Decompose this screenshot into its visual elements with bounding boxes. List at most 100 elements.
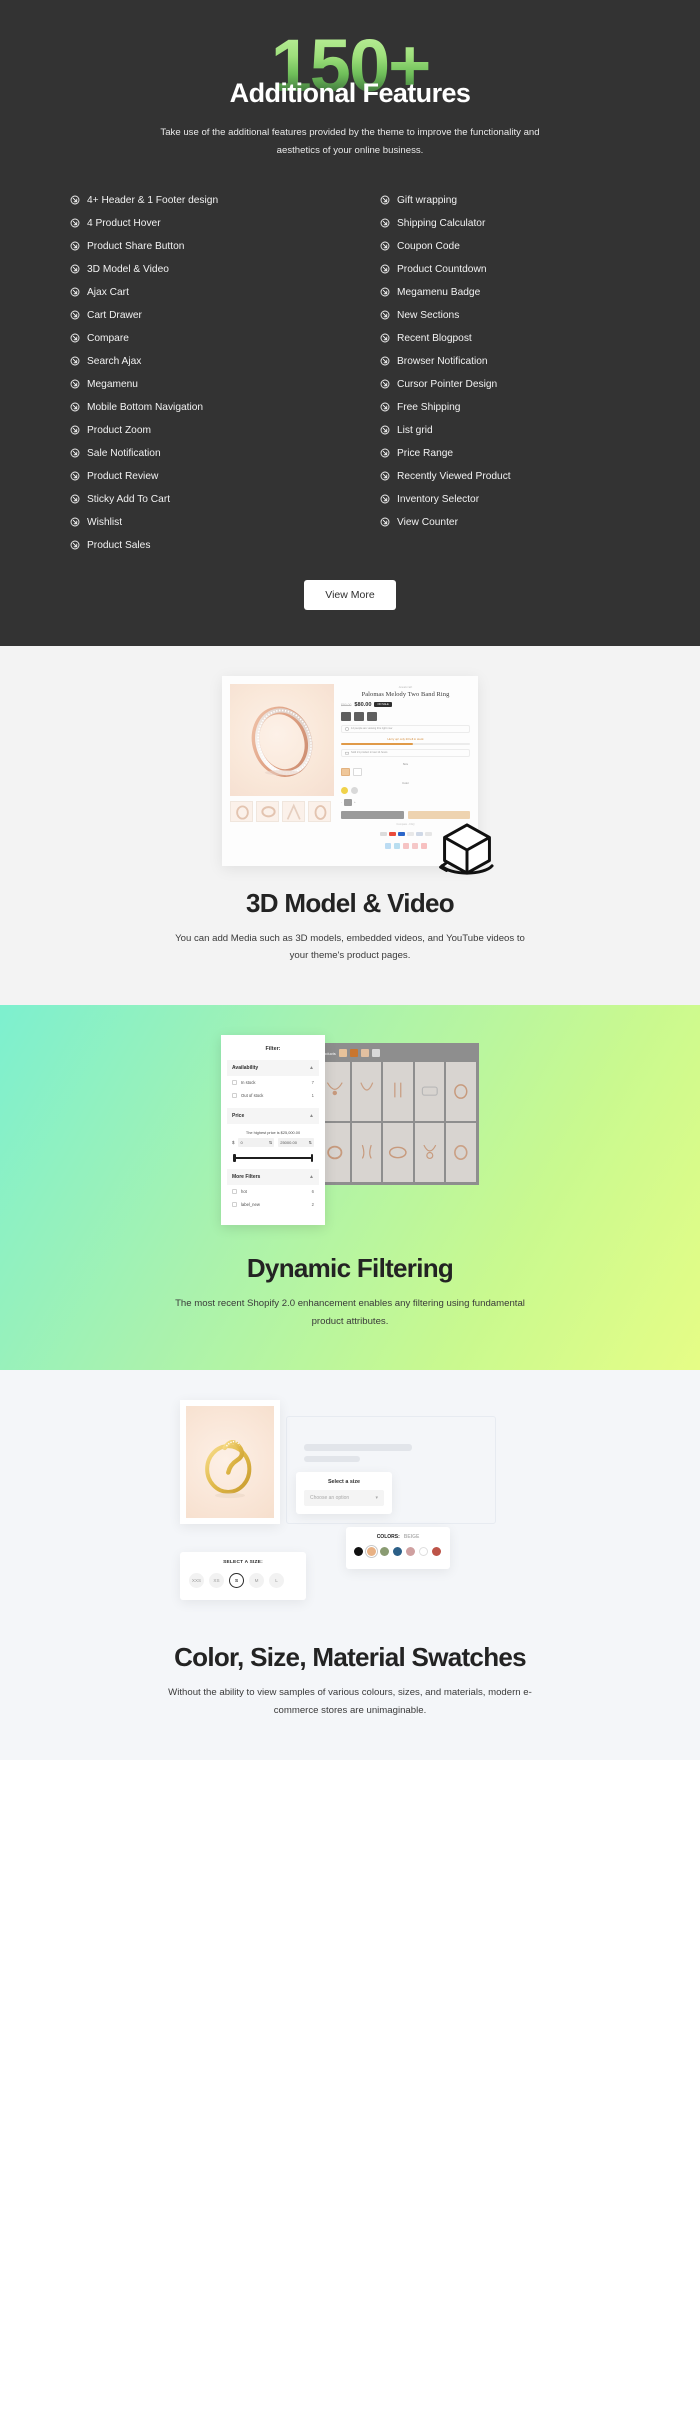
view-more-button[interactable]: View More (304, 579, 396, 610)
stepper-icon[interactable]: ⇅ (269, 1140, 272, 1145)
share-instagram-icon[interactable] (411, 842, 418, 849)
price-min-input[interactable]: 0 ⇅ (238, 1138, 275, 1148)
filter-chip[interactable] (360, 1049, 369, 1058)
feature-list-item: Inventory Selector (380, 488, 630, 511)
size-option[interactable]: M (249, 1573, 264, 1589)
circle-arrow-icon (70, 540, 80, 550)
checkbox[interactable] (232, 1189, 237, 1195)
filter-row[interactable]: label_new 2 (227, 1198, 319, 1211)
circle-arrow-icon (70, 356, 80, 366)
product-cell[interactable] (351, 1123, 382, 1183)
color-swatch-silver[interactable] (351, 786, 358, 794)
color-swatch-dot[interactable] (432, 1547, 441, 1557)
color-swatch-dot[interactable] (354, 1547, 363, 1557)
video-play-icon[interactable] (354, 711, 364, 721)
3d-model-title: 3D Model & Video (246, 887, 455, 918)
feature-list-item: Compare (70, 327, 360, 350)
circle-arrow-icon (70, 494, 80, 504)
size-swatch[interactable] (341, 767, 350, 776)
quantity-stepper[interactable]: - + (341, 798, 470, 806)
feature-list-item: Recently Viewed Product (380, 465, 630, 488)
product-cell[interactable] (414, 1062, 445, 1122)
color-swatch-dot[interactable] (393, 1547, 402, 1557)
size-label: Size (402, 761, 409, 766)
product-cell[interactable] (383, 1123, 413, 1183)
feature-list-item: 4+ Header & 1 Footer design (70, 189, 360, 212)
swatches-title: Color, Size, Material Swatches (174, 1642, 527, 1673)
filter-row-count: 2 (311, 1202, 314, 1208)
size-swatch[interactable] (353, 767, 362, 776)
feature-list-item: Product Review (70, 465, 360, 488)
payment-icon (379, 831, 387, 836)
skeleton-line (304, 1444, 412, 1452)
color-swatch-dot[interactable] (380, 1547, 389, 1557)
circle-arrow-icon (70, 195, 80, 205)
color-swatch-dot[interactable] (406, 1547, 415, 1557)
color-dot-list (354, 1544, 442, 1559)
price-range-slider[interactable] (233, 1154, 313, 1163)
filter-section-availability[interactable]: Availability ▲ (227, 1060, 319, 1077)
qty-minus-icon[interactable]: - (341, 800, 342, 804)
share-email-icon[interactable] (420, 842, 427, 849)
filter-chip[interactable] (371, 1049, 380, 1058)
size-option[interactable]: L (269, 1573, 284, 1589)
checkbox[interactable] (232, 1093, 237, 1099)
product-price-row: $90.00 $80.00 ON SALE (341, 702, 470, 708)
feature-item-label: Sticky Add To Cart (87, 493, 171, 505)
slider-handle-max[interactable] (310, 1154, 313, 1163)
select-a-size-label: SELECT A SIZE: (223, 1560, 263, 1566)
price-min-value: 0 (240, 1140, 243, 1146)
product-thumbnail[interactable] (282, 800, 305, 822)
color-swatch-gold[interactable] (341, 786, 348, 794)
size-option[interactable]: S (229, 1573, 244, 1589)
swatches-section: Select a size Choose an option ▾ COLORS:… (0, 1370, 700, 1760)
feature-item-label: Product Review (87, 470, 159, 482)
filter-section-price[interactable]: Price ▲ (227, 1108, 319, 1125)
product-cell[interactable] (446, 1062, 476, 1122)
filter-chip[interactable] (349, 1049, 358, 1058)
share-pinterest-icon[interactable] (402, 842, 409, 849)
product-cell[interactable] (446, 1123, 476, 1183)
size-option[interactable]: XS (209, 1573, 224, 1589)
checkbox[interactable] (232, 1080, 237, 1086)
feature-list-item: Sticky Add To Cart (70, 488, 360, 511)
product-cell[interactable] (351, 1062, 382, 1122)
slider-handle-min[interactable] (233, 1154, 236, 1163)
skeleton-line (304, 1456, 360, 1463)
view-360-icon[interactable] (341, 711, 351, 721)
price-max-input[interactable]: 25000.00 ⇅ (278, 1138, 315, 1148)
feature-item-label: View Counter (397, 516, 458, 528)
filter-chip[interactable] (338, 1049, 347, 1058)
size-option[interactable]: XXS (189, 1573, 204, 1589)
stepper-icon[interactable]: ⇅ (309, 1140, 312, 1145)
additional-features-section: 150+ Additional Features Take use of the… (0, 0, 700, 646)
filter-row[interactable]: hot 6 (227, 1185, 319, 1198)
size-select-placeholder: Choose an option (310, 1495, 350, 1502)
color-swatch-dot[interactable] (419, 1547, 428, 1557)
feature-list-item: List grid (380, 419, 630, 442)
feature-item-label: Wishlist (87, 516, 123, 528)
model-3d-icon[interactable] (367, 711, 377, 721)
feature-list-item: Product Zoom (70, 419, 360, 442)
circle-arrow-icon (70, 471, 80, 481)
share-facebook-icon[interactable] (384, 842, 391, 849)
qty-value (344, 798, 352, 806)
share-twitter-icon[interactable] (393, 842, 400, 849)
product-thumbnail[interactable] (230, 800, 253, 822)
feature-list-item: Shipping Calculator (380, 212, 630, 235)
product-cell[interactable] (414, 1123, 445, 1183)
payment-icon (424, 831, 432, 836)
product-cell[interactable] (383, 1062, 413, 1122)
product-thumbnail[interactable] (308, 800, 331, 822)
qty-plus-icon[interactable]: + (354, 800, 356, 804)
color-swatch-dot[interactable] (364, 1544, 379, 1559)
add-to-cart-button[interactable] (341, 810, 404, 819)
size-select[interactable]: Choose an option ▾ (304, 1490, 384, 1507)
filter-row[interactable]: Out of stock 1 (227, 1089, 319, 1102)
product-thumbnail[interactable] (256, 800, 279, 822)
filter-section-more[interactable]: More Filters ▲ (227, 1169, 319, 1186)
filter-row[interactable]: In stock 7 (227, 1076, 319, 1089)
features-subtitle: Take use of the additional features prov… (160, 127, 540, 156)
checkbox[interactable] (232, 1202, 237, 1208)
circle-arrow-icon (70, 264, 80, 274)
